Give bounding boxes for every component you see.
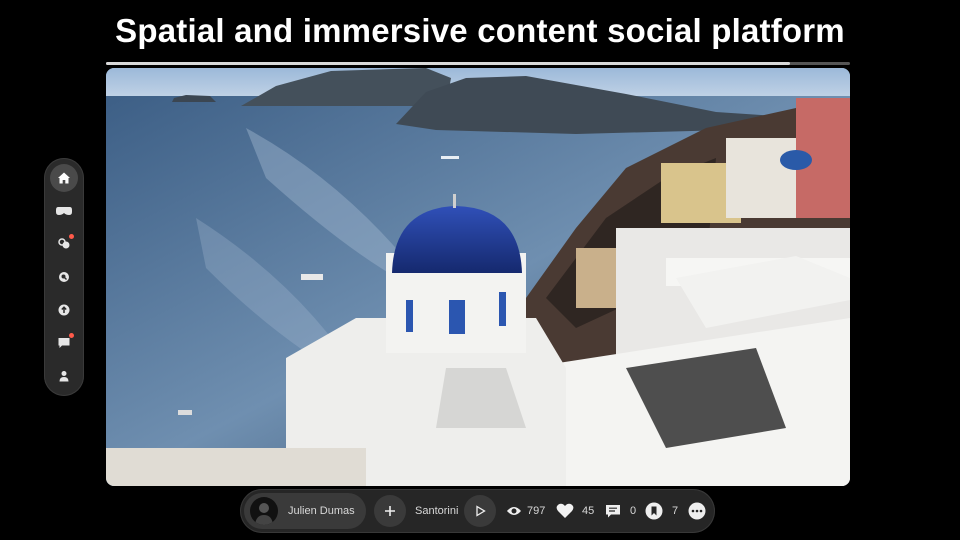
comment-icon [606, 504, 620, 517]
sidebar-item-upload[interactable] [50, 296, 78, 324]
more-options-icon [688, 502, 706, 520]
play-button[interactable] [464, 495, 496, 527]
search-icon [59, 272, 69, 282]
comments-count: 0 [630, 505, 637, 517]
comments-stat[interactable]: 0 [605, 489, 636, 533]
sidebar-item-social[interactable] [50, 230, 78, 258]
author-chip[interactable]: Julien Dumas [244, 493, 366, 529]
navigation-sidebar [44, 158, 84, 396]
vision-headset-icon [56, 207, 72, 215]
people-icon [58, 238, 70, 249]
media-info-bar: Julien Dumas Santorini 797 45 0 7 [240, 489, 715, 533]
upload-icon [58, 304, 70, 316]
play-icon [476, 505, 486, 517]
playback-progress-fill [106, 62, 791, 65]
sidebar-item-home[interactable] [50, 164, 78, 192]
saves-count: 7 [672, 505, 679, 517]
add-button[interactable] [374, 495, 406, 527]
sidebar-item-profile[interactable] [50, 362, 78, 390]
page-headline: Spatial and immersive content social pla… [115, 12, 845, 49]
more-button[interactable] [688, 489, 706, 533]
sidebar-item-search[interactable] [50, 263, 78, 291]
heart-icon [556, 503, 574, 518]
media-viewer[interactable] [106, 68, 850, 486]
sidebar-item-immersive[interactable] [50, 197, 78, 225]
location-label[interactable]: Santorini [415, 489, 458, 533]
eye-icon [507, 507, 521, 515]
bookmark-icon [645, 502, 663, 520]
santorini-photo [106, 68, 850, 486]
views-stat: 797 [506, 489, 545, 533]
playback-progress-bar[interactable] [106, 62, 850, 65]
author-avatar [250, 497, 278, 525]
views-count: 797 [527, 505, 546, 517]
saves-stat[interactable]: 7 [645, 489, 678, 533]
chat-icon [58, 338, 70, 348]
likes-count: 45 [582, 505, 595, 517]
home-icon [58, 172, 70, 184]
likes-stat[interactable]: 45 [556, 489, 594, 533]
author-name: Julien Dumas [288, 505, 355, 517]
notification-badge [69, 234, 74, 239]
notification-badge [69, 333, 74, 338]
sidebar-item-messages[interactable] [50, 329, 78, 357]
person-icon [59, 371, 69, 382]
plus-icon [385, 506, 395, 516]
